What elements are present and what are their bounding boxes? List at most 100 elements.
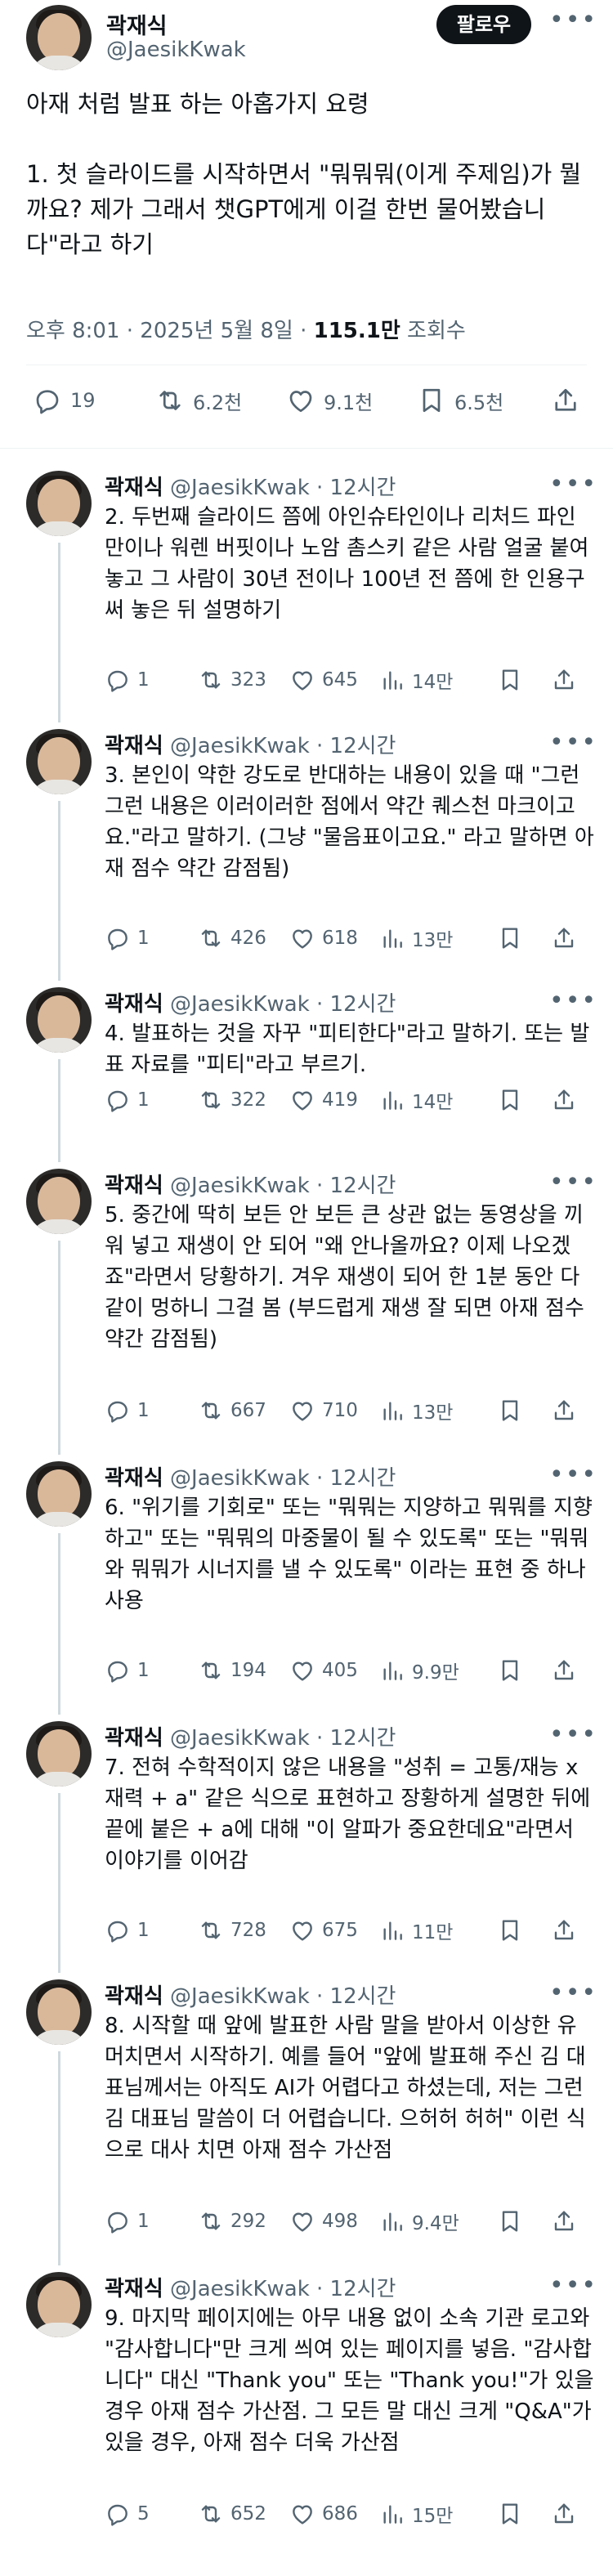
reply-icon [108, 2504, 128, 2526]
avatar[interactable] [26, 729, 92, 794]
views-button[interactable]: 11만 [379, 1914, 453, 1947]
avatar[interactable] [26, 1721, 92, 1787]
author-handle[interactable]: @JaesikKwak [106, 38, 246, 62]
bookmark-button[interactable]: 6.5천 [417, 384, 503, 417]
views-button[interactable]: 9.4만 [379, 2205, 459, 2238]
more-options-icon[interactable]: ••• [549, 989, 597, 1013]
retweet-button[interactable]: 323 [198, 664, 266, 696]
views-button[interactable]: 14만 [379, 1084, 453, 1116]
avatar[interactable] [26, 1979, 92, 2045]
retweet-button[interactable]: 194 [198, 1654, 266, 1687]
retweet-icon [201, 2505, 221, 2523]
avatar[interactable] [26, 2272, 92, 2337]
more-options-icon[interactable]: ••• [549, 731, 597, 755]
author-name[interactable]: 곽재식 [105, 734, 163, 758]
share-button[interactable] [551, 922, 577, 955]
retweet-button[interactable]: 6.2천 [155, 384, 242, 417]
views-button[interactable]: 9.9만 [379, 1654, 459, 1687]
share-button[interactable] [551, 2205, 577, 2238]
like-button[interactable]: 686 [289, 2498, 358, 2530]
bookmark-button[interactable] [497, 922, 523, 955]
author-meta[interactable]: @JaesikKwak · 12시간 [163, 1726, 396, 1751]
more-options-icon[interactable]: ••• [549, 1463, 597, 1487]
retweet-button[interactable]: 667 [198, 1394, 266, 1427]
like-button[interactable]: 419 [289, 1084, 358, 1116]
reply-button[interactable]: 1 [105, 1654, 150, 1687]
more-options-icon[interactable]: ••• [549, 1170, 597, 1195]
author-meta[interactable]: @JaesikKwak · 12시간 [163, 992, 396, 1017]
share-button[interactable] [551, 1914, 577, 1947]
share-button[interactable] [551, 1654, 577, 1687]
reply-button[interactable]: 19 [33, 384, 96, 417]
bookmark-button[interactable] [497, 2205, 523, 2238]
like-button[interactable]: 710 [289, 1394, 358, 1427]
more-options-icon[interactable]: ••• [549, 1981, 597, 2006]
retweet-button[interactable]: 322 [198, 1084, 266, 1116]
author-meta[interactable]: @JaesikKwak · 12시간 [163, 1466, 396, 1491]
like-button[interactable]: 675 [289, 1914, 358, 1947]
divider [26, 364, 587, 365]
bookmark-button[interactable] [497, 664, 523, 696]
author-meta[interactable]: @JaesikKwak · 12시간 [163, 1984, 396, 2009]
like-button[interactable]: 618 [289, 922, 358, 955]
reply-button[interactable]: 1 [105, 1914, 150, 1947]
retweet-icon [201, 1091, 221, 1109]
share-button[interactable] [551, 2498, 577, 2530]
reply-button[interactable]: 1 [105, 664, 150, 696]
tweet-time[interactable]: 오후 8:01 · 2025년 5월 8일 · [26, 319, 314, 343]
retweet-button[interactable]: 728 [198, 1914, 266, 1947]
author-meta[interactable]: @JaesikKwak · 12시간 [163, 734, 396, 758]
share-button[interactable] [551, 1394, 577, 1427]
more-options-icon[interactable]: ••• [549, 8, 597, 33]
views-button[interactable]: 14만 [379, 664, 453, 696]
more-options-icon[interactable]: ••• [549, 1723, 597, 1747]
author-name[interactable]: 곽재식 [105, 1466, 163, 1491]
more-options-icon[interactable]: ••• [549, 472, 597, 497]
avatar[interactable] [26, 1169, 92, 1234]
share-button[interactable] [551, 384, 580, 417]
author-meta[interactable]: @JaesikKwak · 12시간 [163, 1174, 396, 1198]
reply-button[interactable]: 5 [105, 2498, 150, 2530]
follow-button[interactable]: 팔로우 [436, 5, 531, 44]
retweet-button[interactable]: 292 [198, 2205, 266, 2238]
share-button[interactable] [551, 664, 577, 696]
share-icon [554, 1400, 574, 1420]
reply-button[interactable]: 1 [105, 2205, 150, 2238]
author-name[interactable]: 곽재식 [105, 476, 163, 500]
analytics-icon [383, 1402, 402, 1420]
author-name[interactable]: 곽재식 [105, 992, 163, 1017]
bookmark-button[interactable] [497, 1394, 523, 1427]
views-button[interactable]: 13만 [379, 1394, 453, 1427]
like-button[interactable]: 645 [289, 664, 358, 696]
author-name[interactable]: 곽재식 [105, 1984, 163, 2009]
avatar[interactable] [26, 471, 92, 536]
reply-button[interactable]: 1 [105, 922, 150, 955]
avatar-shirt [29, 1219, 88, 1234]
avatar[interactable] [26, 987, 92, 1053]
retweet-button[interactable]: 426 [198, 922, 266, 955]
bookmark-button[interactable] [497, 1914, 523, 1947]
author-name[interactable]: 곽재식 [105, 1174, 163, 1198]
share-icon [554, 1920, 574, 1940]
retweet-button[interactable]: 652 [198, 2498, 266, 2530]
views-button[interactable]: 15만 [379, 2498, 453, 2530]
like-button[interactable]: 498 [289, 2205, 358, 2238]
avatar[interactable] [26, 5, 92, 70]
bookmark-button[interactable] [497, 1084, 523, 1116]
author-meta[interactable]: @JaesikKwak · 12시간 [163, 476, 396, 500]
author-name[interactable]: 곽재식 [105, 1726, 163, 1751]
author-name[interactable]: 곽재식 [106, 8, 168, 40]
author-meta[interactable]: @JaesikKwak · 12시간 [163, 2277, 396, 2301]
like-button[interactable]: 405 [289, 1654, 358, 1687]
reply-button[interactable]: 1 [105, 1084, 150, 1116]
like-button[interactable]: 9.1천 [286, 384, 373, 417]
bookmark-button[interactable] [497, 1654, 523, 1687]
avatar[interactable] [26, 1461, 92, 1527]
like-count: 645 [322, 669, 358, 691]
share-button[interactable] [551, 1084, 577, 1116]
bookmark-button[interactable] [497, 2498, 523, 2530]
more-options-icon[interactable]: ••• [549, 2274, 597, 2298]
author-name[interactable]: 곽재식 [105, 2277, 163, 2301]
reply-button[interactable]: 1 [105, 1394, 150, 1427]
views-button[interactable]: 13만 [379, 922, 453, 955]
